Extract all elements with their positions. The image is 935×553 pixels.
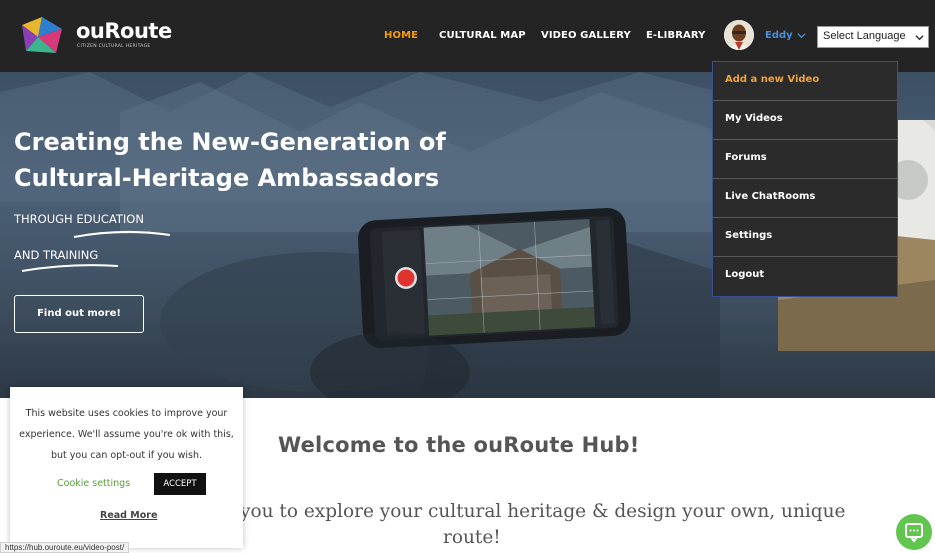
language-select[interactable]: Select Language bbox=[817, 26, 929, 48]
nav-video-gallery[interactable]: VIDEO GALLERY bbox=[541, 30, 631, 41]
cookie-settings-link[interactable]: Cookie settings bbox=[57, 478, 130, 489]
nav-home[interactable]: HOME bbox=[384, 30, 418, 41]
hero-title-line: Cultural-Heritage Ambassadors bbox=[14, 164, 440, 192]
user-name[interactable]: Eddy bbox=[765, 30, 793, 41]
menu-item-add-video[interactable]: Add a new Video bbox=[713, 62, 897, 101]
welcome-heading: Welcome to the ouRoute Hub! bbox=[278, 433, 640, 457]
brand-name: ouRoute bbox=[76, 19, 172, 43]
menu-item-settings[interactable]: Settings bbox=[713, 218, 897, 257]
menu-item-forums[interactable]: Forums bbox=[713, 140, 897, 179]
user-dropdown-menu: Add a new Video My Videos Forums Live Ch… bbox=[712, 61, 898, 297]
cookie-banner: This website uses cookies to improve you… bbox=[10, 387, 243, 548]
menu-item-logout[interactable]: Logout bbox=[713, 257, 897, 296]
chevron-down-icon[interactable] bbox=[797, 31, 806, 40]
avatar[interactable] bbox=[724, 20, 754, 50]
hero-title-line: Creating the New-Generation of bbox=[14, 128, 446, 156]
underline-swash bbox=[21, 264, 119, 272]
accept-cookies-button[interactable]: ACCEPT bbox=[154, 473, 206, 495]
underline-swash bbox=[73, 230, 171, 238]
menu-item-live-chatrooms[interactable]: Live ChatRooms bbox=[713, 179, 897, 218]
hero-title: Creating the New-Generation of Cultural-… bbox=[14, 124, 446, 196]
avatar-icon bbox=[724, 20, 754, 50]
cookie-message: This website uses cookies to improve you… bbox=[19, 408, 234, 461]
tagline-text: you to explore your cultural heritage & … bbox=[240, 501, 846, 522]
tagline-text: route! bbox=[443, 527, 501, 548]
nav-cultural-map[interactable]: CULTURAL MAP bbox=[439, 30, 526, 41]
hero-subtitle: THROUGH EDUCATION bbox=[14, 212, 144, 226]
chat-icon bbox=[905, 523, 923, 543]
nav-e-library[interactable]: E-LIBRARY bbox=[646, 30, 705, 41]
read-more-link[interactable]: Read More bbox=[100, 510, 157, 521]
find-out-more-button[interactable]: Find out more! bbox=[14, 295, 144, 333]
menu-item-my-videos[interactable]: My Videos bbox=[713, 101, 897, 140]
language-select-value: Select Language bbox=[823, 30, 906, 42]
status-bar-url: https://hub.ouroute.eu/video-post/ bbox=[0, 542, 130, 553]
site-logo[interactable]: ouRoute CITIZEN CULTURAL HERITAGE bbox=[18, 15, 178, 59]
chat-button[interactable] bbox=[896, 514, 932, 550]
chevron-down-icon bbox=[915, 35, 924, 41]
hero-subtitle: AND TRAINING bbox=[14, 248, 99, 262]
record-icon[interactable] bbox=[394, 266, 418, 290]
brand-subtitle: CITIZEN CULTURAL HERITAGE bbox=[77, 44, 151, 49]
logo-icon bbox=[22, 17, 62, 53]
